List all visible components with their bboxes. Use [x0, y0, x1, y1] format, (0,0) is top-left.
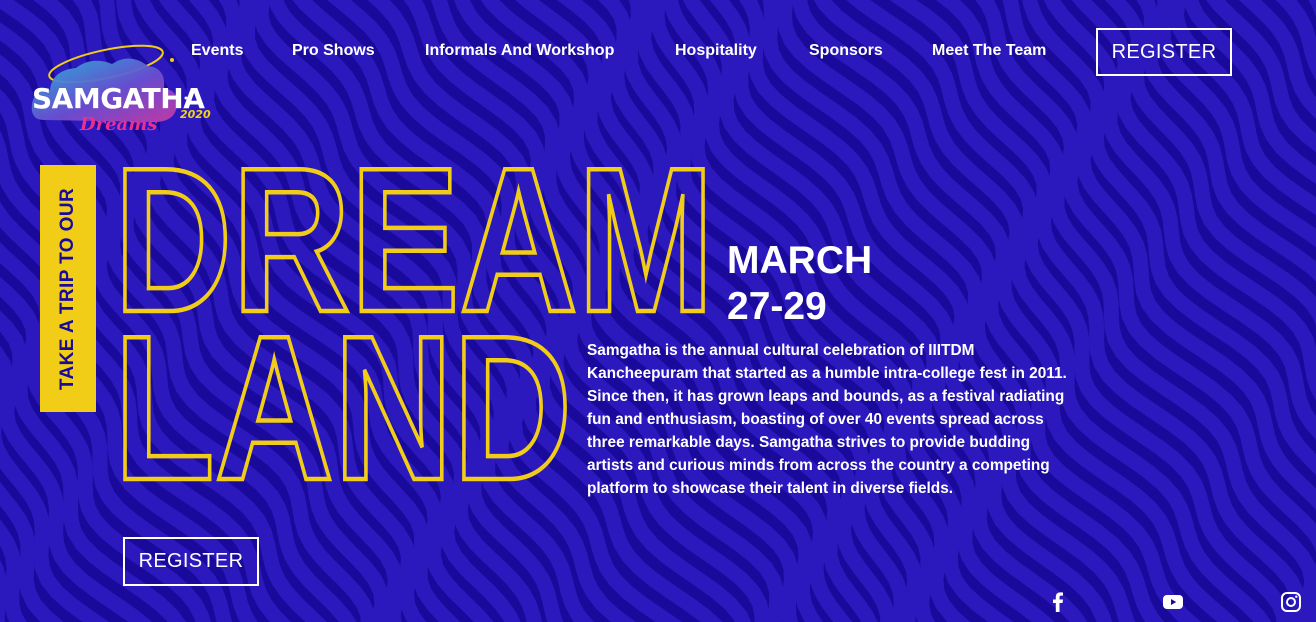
nav-meet-the-team[interactable]: Meet The Team — [932, 42, 1046, 60]
tagline-text: TAKE A TRIP TO OUR — [57, 187, 78, 390]
tagline-banner: TAKE A TRIP TO OUR — [40, 165, 96, 412]
nav-register-button[interactable]: REGISTER — [1096, 28, 1232, 76]
nav-events[interactable]: Events — [191, 42, 243, 60]
logo-wordmark: SAMGATHA — [32, 82, 205, 115]
nav-sponsors[interactable]: Sponsors — [809, 42, 883, 60]
logo-script-text: Dreams — [80, 114, 158, 135]
date-days: 27-29 — [727, 285, 827, 328]
logo-year: 2020 — [180, 108, 211, 121]
nav-hospitality[interactable]: Hospitality — [675, 42, 757, 60]
date-month: MARCH — [727, 239, 873, 282]
facebook-icon[interactable] — [1046, 590, 1070, 614]
instagram-icon[interactable] — [1279, 590, 1303, 614]
hero-register-button[interactable]: REGISTER — [123, 537, 259, 586]
samgatha-logo[interactable]: SAMGATHA Dreams 2020 — [26, 38, 216, 146]
nav-pro-shows[interactable]: Pro Shows — [292, 42, 375, 60]
nav-informals-workshop[interactable]: Informals And Workshop — [425, 42, 614, 60]
youtube-icon[interactable] — [1161, 590, 1185, 614]
event-date: MARCH 27-29 — [727, 238, 872, 330]
fest-description: Samgatha is the annual cultural celebrat… — [587, 342, 1067, 497]
